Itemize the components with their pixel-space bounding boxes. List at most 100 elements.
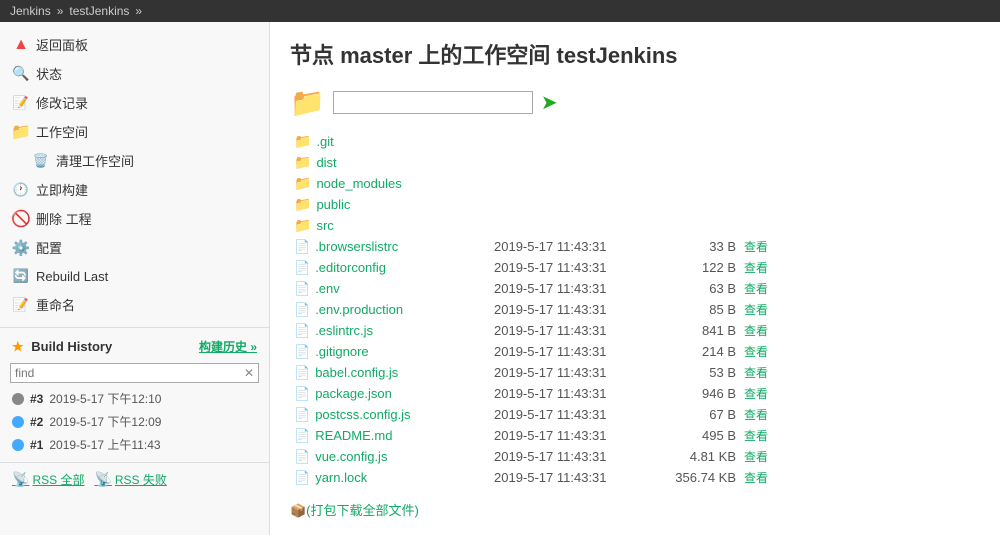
file-action[interactable]: 查看 (744, 343, 768, 360)
build-item[interactable]: #1 2019-5-17 上午11:43 (0, 433, 269, 456)
file-size: 122 B (644, 260, 744, 275)
view-link[interactable]: 查看 (744, 471, 768, 485)
file-date: 2019-5-17 11:43:31 (494, 428, 644, 443)
breadcrumb-project[interactable]: testJenkins (69, 4, 129, 18)
sidebar-item-back[interactable]: ▲ 返回面板 (0, 30, 269, 59)
file-link[interactable]: README.md (315, 428, 392, 443)
path-input[interactable] (333, 91, 533, 114)
sidebar-item-rename[interactable]: 📝 重命名 (0, 290, 269, 319)
folder-link[interactable]: node_modules (316, 176, 401, 191)
file-link[interactable]: .env (315, 281, 340, 296)
sidebar-changelog-label: 修改记录 (36, 93, 88, 112)
folder-link[interactable]: .git (316, 134, 333, 149)
file-icon: 📄 (294, 260, 310, 276)
build-id: #2 (30, 415, 43, 429)
view-link[interactable]: 查看 (744, 345, 768, 359)
file-action[interactable]: 查看 (744, 280, 768, 297)
file-link[interactable]: .editorconfig (315, 260, 386, 275)
folder-icon: 📁 (294, 196, 311, 213)
file-action[interactable]: 查看 (744, 427, 768, 444)
file-action[interactable]: 查看 (744, 322, 768, 339)
sidebar-item-rebuild[interactable]: 🔄 Rebuild Last (0, 262, 269, 290)
file-action[interactable]: 查看 (744, 448, 768, 465)
file-link[interactable]: .gitignore (315, 344, 368, 359)
folder-row[interactable]: 📁 src (290, 215, 980, 236)
folder-link[interactable]: public (316, 197, 350, 212)
go-button[interactable]: ➤ (541, 90, 558, 115)
file-link[interactable]: babel.config.js (315, 365, 398, 380)
config-icon: ⚙️ (12, 239, 30, 257)
sidebar-rebuild-label: Rebuild Last (36, 269, 108, 284)
file-name: 📄 .gitignore (294, 344, 494, 360)
view-link[interactable]: 查看 (744, 282, 768, 296)
view-link[interactable]: 查看 (744, 324, 768, 338)
file-link[interactable]: .env.production (315, 302, 403, 317)
file-size: 4.81 KB (644, 449, 744, 464)
folder-row[interactable]: 📁 node_modules (290, 173, 980, 194)
file-name: 📄 .editorconfig (294, 260, 494, 276)
file-name: 📄 .eslintrc.js (294, 323, 494, 339)
build-item[interactable]: #3 2019-5-17 下午12:10 (0, 387, 269, 410)
sidebar-delete-label: 删除 工程 (36, 209, 92, 228)
file-date: 2019-5-17 11:43:31 (494, 260, 644, 275)
file-action[interactable]: 查看 (744, 385, 768, 402)
search-clear-icon[interactable]: ✕ (244, 366, 254, 380)
file-action[interactable]: 查看 (744, 301, 768, 318)
folder-icon: 📁 (294, 154, 311, 171)
folder-link[interactable]: dist (316, 155, 336, 170)
sidebar-item-build-now[interactable]: 🕐 立即构建 (0, 175, 269, 204)
view-link[interactable]: 查看 (744, 387, 768, 401)
folder-row[interactable]: 📁 public (290, 194, 980, 215)
view-link[interactable]: 查看 (744, 366, 768, 380)
view-link[interactable]: 查看 (744, 450, 768, 464)
rebuild-icon: 🔄 (12, 267, 30, 285)
rss-fail-icon: 📡 (94, 471, 111, 488)
file-link[interactable]: yarn.lock (315, 470, 367, 485)
main-content: 节点 master 上的工作空间 testJenkins 📁 ➤ 📁 .git … (270, 22, 1000, 535)
file-action[interactable]: 查看 (744, 259, 768, 276)
build-search-box[interactable]: ✕ (10, 363, 259, 383)
file-link[interactable]: vue.config.js (315, 449, 387, 464)
file-row: 📄 .gitignore 2019-5-17 11:43:31 214 B 查看 (290, 341, 980, 362)
sidebar-config-label: 配置 (36, 238, 62, 257)
sidebar-item-workspace[interactable]: 📁 工作空间 (0, 117, 269, 146)
folder-row[interactable]: 📁 dist (290, 152, 980, 173)
view-link[interactable]: 查看 (744, 240, 768, 254)
build-item[interactable]: #2 2019-5-17 下午12:09 (0, 410, 269, 433)
folder-row[interactable]: 📁 .git (290, 131, 980, 152)
build-list: #3 2019-5-17 下午12:10 #2 2019-5-17 下午12:0… (0, 387, 269, 456)
build-search-input[interactable] (15, 366, 244, 380)
download-all-link[interactable]: 📦(打包下载全部文件) (290, 503, 419, 518)
file-date: 2019-5-17 11:43:31 (494, 302, 644, 317)
file-action[interactable]: 查看 (744, 469, 768, 486)
sidebar-item-config[interactable]: ⚙️ 配置 (0, 233, 269, 262)
file-size: 495 B (644, 428, 744, 443)
file-row: 📄 .editorconfig 2019-5-17 11:43:31 122 B… (290, 257, 980, 278)
view-link[interactable]: 查看 (744, 261, 768, 275)
file-action[interactable]: 查看 (744, 406, 768, 423)
sidebar-item-delete[interactable]: 🚫 删除 工程 (0, 204, 269, 233)
file-date: 2019-5-17 11:43:31 (494, 470, 644, 485)
rss-fail-link[interactable]: 📡 RSS 失败 (94, 471, 166, 488)
sidebar-item-changelog[interactable]: 📝 修改记录 (0, 88, 269, 117)
sidebar-item-clean-workspace[interactable]: 🗑️ 清理工作空间 (0, 146, 269, 175)
breadcrumb-jenkins[interactable]: Jenkins (10, 4, 51, 18)
file-link[interactable]: package.json (315, 386, 392, 401)
file-link[interactable]: postcss.config.js (315, 407, 410, 422)
folder-link[interactable]: src (316, 218, 333, 233)
file-icon: 📄 (294, 365, 310, 381)
view-link[interactable]: 查看 (744, 408, 768, 422)
file-action[interactable]: 查看 (744, 238, 768, 255)
sidebar-item-status[interactable]: 🔍 状态 (0, 59, 269, 88)
sidebar-workspace-label: 工作空间 (36, 122, 88, 141)
rss-all-link[interactable]: 📡 RSS 全部 (12, 471, 84, 488)
build-history-link[interactable]: 构建历史 » (199, 338, 257, 355)
view-link[interactable]: 查看 (744, 303, 768, 317)
view-link[interactable]: 查看 (744, 429, 768, 443)
file-row: 📄 .browserslistrc 2019-5-17 11:43:31 33 … (290, 236, 980, 257)
file-link[interactable]: .eslintrc.js (315, 323, 373, 338)
file-action[interactable]: 查看 (744, 364, 768, 381)
file-link[interactable]: .browserslistrc (315, 239, 398, 254)
folder-name: 📁 src (294, 217, 494, 234)
file-row: 📄 .eslintrc.js 2019-5-17 11:43:31 841 B … (290, 320, 980, 341)
